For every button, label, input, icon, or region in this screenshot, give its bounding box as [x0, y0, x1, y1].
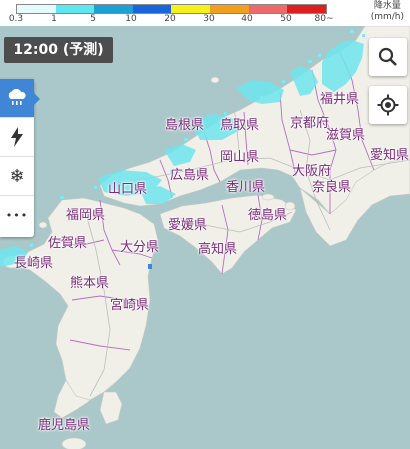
legend-swatch [209, 5, 249, 13]
pref-label[interactable]: 広島県 [170, 164, 209, 183]
legend-tick: 80~ [314, 14, 334, 24]
rain-layer-button[interactable] [0, 79, 40, 118]
search-icon [378, 47, 397, 66]
pref-label[interactable]: 島根県 [165, 114, 204, 133]
precipitation-legend: 0.3 1 5 10 20 30 40 50 80~ 降水量 (mm/h) [0, 0, 410, 26]
pref-label[interactable]: 福井県 [320, 88, 359, 107]
legend-tick: 50 [280, 14, 292, 24]
pref-label[interactable]: 徳島県 [248, 204, 287, 223]
pref-label[interactable]: 愛媛県 [168, 214, 207, 233]
legend-tick: 1 [51, 14, 57, 24]
search-button[interactable] [369, 38, 407, 76]
pref-label[interactable]: 愛知県 [370, 144, 409, 163]
island-iki [38, 221, 48, 229]
legend-tick: 5 [90, 14, 96, 24]
legend-tick: 10 [125, 14, 137, 24]
legend-swatch [287, 5, 326, 13]
legend-tick: 0.3 [8, 14, 24, 24]
pref-label[interactable]: 宮崎県 [110, 294, 149, 313]
pref-label[interactable]: 香川県 [226, 176, 265, 195]
rain-cloud-icon [8, 89, 26, 105]
legend-tick: 30 [203, 14, 215, 24]
lightning-icon [11, 127, 23, 147]
snow-layer-button[interactable]: ❄ [0, 157, 34, 196]
legend-unit-label: 降水量 [373, 1, 401, 11]
forecast-time-label[interactable]: 12:00 (予測) [4, 37, 113, 63]
pref-label[interactable]: 鹿児島県 [38, 414, 90, 433]
pref-label[interactable]: 大分県 [120, 236, 159, 255]
locate-icon [377, 94, 399, 116]
legend-swatch [55, 5, 95, 13]
pref-label[interactable]: 高知県 [198, 238, 237, 257]
pref-label[interactable]: 熊本県 [70, 272, 109, 291]
legend-color-scale [16, 4, 327, 14]
pref-label[interactable]: 奈良県 [312, 176, 351, 195]
pref-label[interactable]: 滋賀県 [326, 124, 365, 143]
legend-swatch [94, 5, 133, 13]
more-layers-button[interactable]: ••• [0, 196, 34, 235]
pref-label[interactable]: 岡山県 [220, 146, 259, 165]
pref-label[interactable]: 佐賀県 [48, 232, 87, 251]
legend-swatch [132, 5, 172, 13]
pref-label[interactable]: 福岡県 [66, 204, 105, 223]
legend-unit: 降水量 (mm/h) [371, 1, 404, 23]
more-icon: ••• [5, 209, 29, 222]
legend-unit-mmh: (mm/h) [370, 12, 404, 22]
legend-swatch [17, 5, 56, 13]
current-location-button[interactable] [369, 86, 407, 124]
snow-icon: ❄ [9, 165, 25, 187]
rain-heavy-spot [148, 264, 152, 269]
lightning-layer-button[interactable] [0, 118, 34, 157]
legend-tick: 40 [241, 14, 253, 24]
legend-tick: 20 [164, 14, 176, 24]
layer-sidebar: ❄ ••• [0, 79, 40, 237]
pref-label[interactable]: 長崎県 [14, 252, 53, 271]
island-oki [210, 76, 220, 84]
pref-label[interactable]: 山口県 [108, 178, 147, 197]
pref-label[interactable]: 鳥取県 [220, 114, 259, 133]
legend-swatch [248, 5, 288, 13]
island-south [61, 437, 87, 449]
legend-swatch [171, 5, 210, 13]
pref-label[interactable]: 京都府 [290, 112, 329, 131]
